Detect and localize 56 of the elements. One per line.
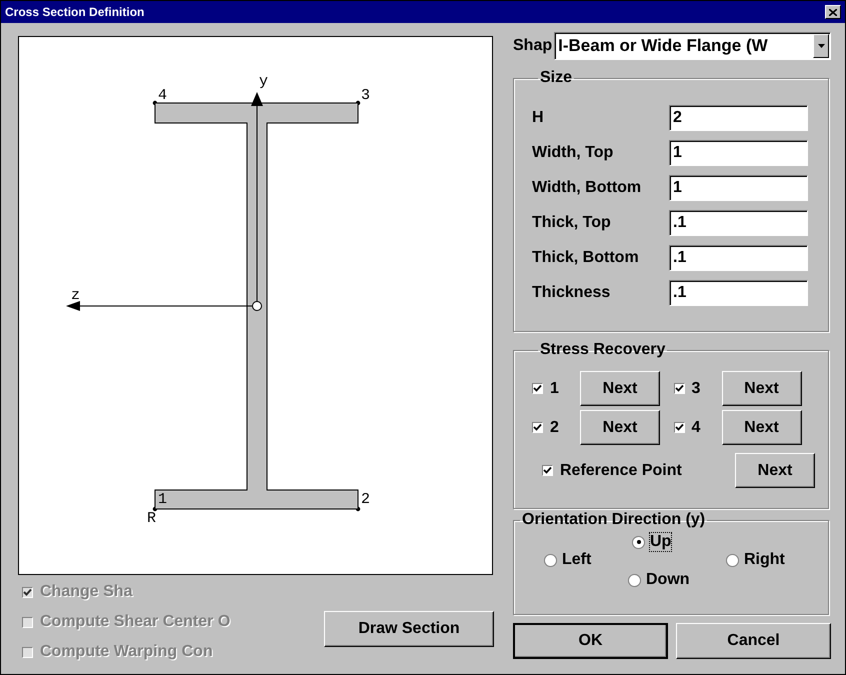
checkbox[interactable] <box>674 383 684 394</box>
checkbox-label: Compute Shear Center O <box>40 613 230 631</box>
axis-label: z <box>71 287 80 304</box>
input-field[interactable]: 2 <box>669 105 808 131</box>
field-label: Width, Bottom <box>532 179 642 197</box>
group-title: Orientation Direction (y) <box>521 511 706 529</box>
input-field[interactable]: .1 <box>669 245 808 271</box>
radio-button[interactable] <box>632 536 645 548</box>
checkbox-label: 2 <box>550 418 560 436</box>
next-button[interactable]: Next <box>722 410 802 445</box>
next-button[interactable]: Next <box>580 371 660 406</box>
checkbox-label: Change Sha <box>40 583 132 601</box>
checkbox[interactable] <box>532 383 543 394</box>
checkbox-label: 3 <box>692 380 702 398</box>
next-button[interactable]: Next <box>580 410 660 445</box>
checkbox-label: Reference Point <box>560 462 683 480</box>
close-icon <box>829 8 837 16</box>
ok-button[interactable]: OK <box>513 623 668 659</box>
point-label: 4 <box>158 87 168 104</box>
cancel-button[interactable]: Cancel <box>676 623 831 659</box>
radio-button[interactable] <box>726 554 739 566</box>
input-field[interactable]: 1 <box>669 175 808 201</box>
window-title: Cross Section Definition <box>5 5 144 19</box>
axis-label: y <box>259 73 268 90</box>
reference-label: R <box>147 510 156 527</box>
checkbox[interactable] <box>674 422 684 433</box>
group-title: Size <box>539 69 574 87</box>
radio-label: Left <box>562 551 592 569</box>
group-title: Stress Recovery <box>539 341 666 359</box>
input-field[interactable]: .1 <box>669 210 808 236</box>
input-field[interactable]: 1 <box>669 140 808 166</box>
checkbox-label: Compute Warping Con <box>40 643 213 661</box>
field-label: H <box>532 109 544 127</box>
point-label: 1 <box>158 491 168 508</box>
field-label: Thickness <box>532 284 610 302</box>
checkbox-label: 4 <box>692 418 702 436</box>
point-label: 2 <box>361 491 370 508</box>
close-button[interactable] <box>825 5 841 19</box>
checkbox[interactable] <box>532 422 543 433</box>
radio-button[interactable] <box>544 554 557 566</box>
radio-label: Down <box>646 571 690 589</box>
radio-button[interactable] <box>628 574 641 586</box>
next-button[interactable]: Next <box>722 371 802 406</box>
checkbox[interactable] <box>542 465 553 476</box>
shape-dropdown[interactable]: I-Beam or Wide Flange (W <box>554 32 831 60</box>
next-button[interactable]: Next <box>735 453 815 488</box>
point-label: 3 <box>361 87 370 104</box>
radio-label: Up <box>650 533 672 551</box>
radio-label: Right <box>744 551 785 569</box>
input-field[interactable]: .1 <box>669 280 808 306</box>
field-label: Thick, Bottom <box>532 249 639 267</box>
shape-label: Shap <box>513 37 552 55</box>
draw-section-button[interactable]: Draw Section <box>324 611 494 647</box>
field-label: Width, Top <box>532 144 614 162</box>
checkbox-label: 1 <box>550 380 560 398</box>
field-label: Thick, Top <box>532 214 611 232</box>
